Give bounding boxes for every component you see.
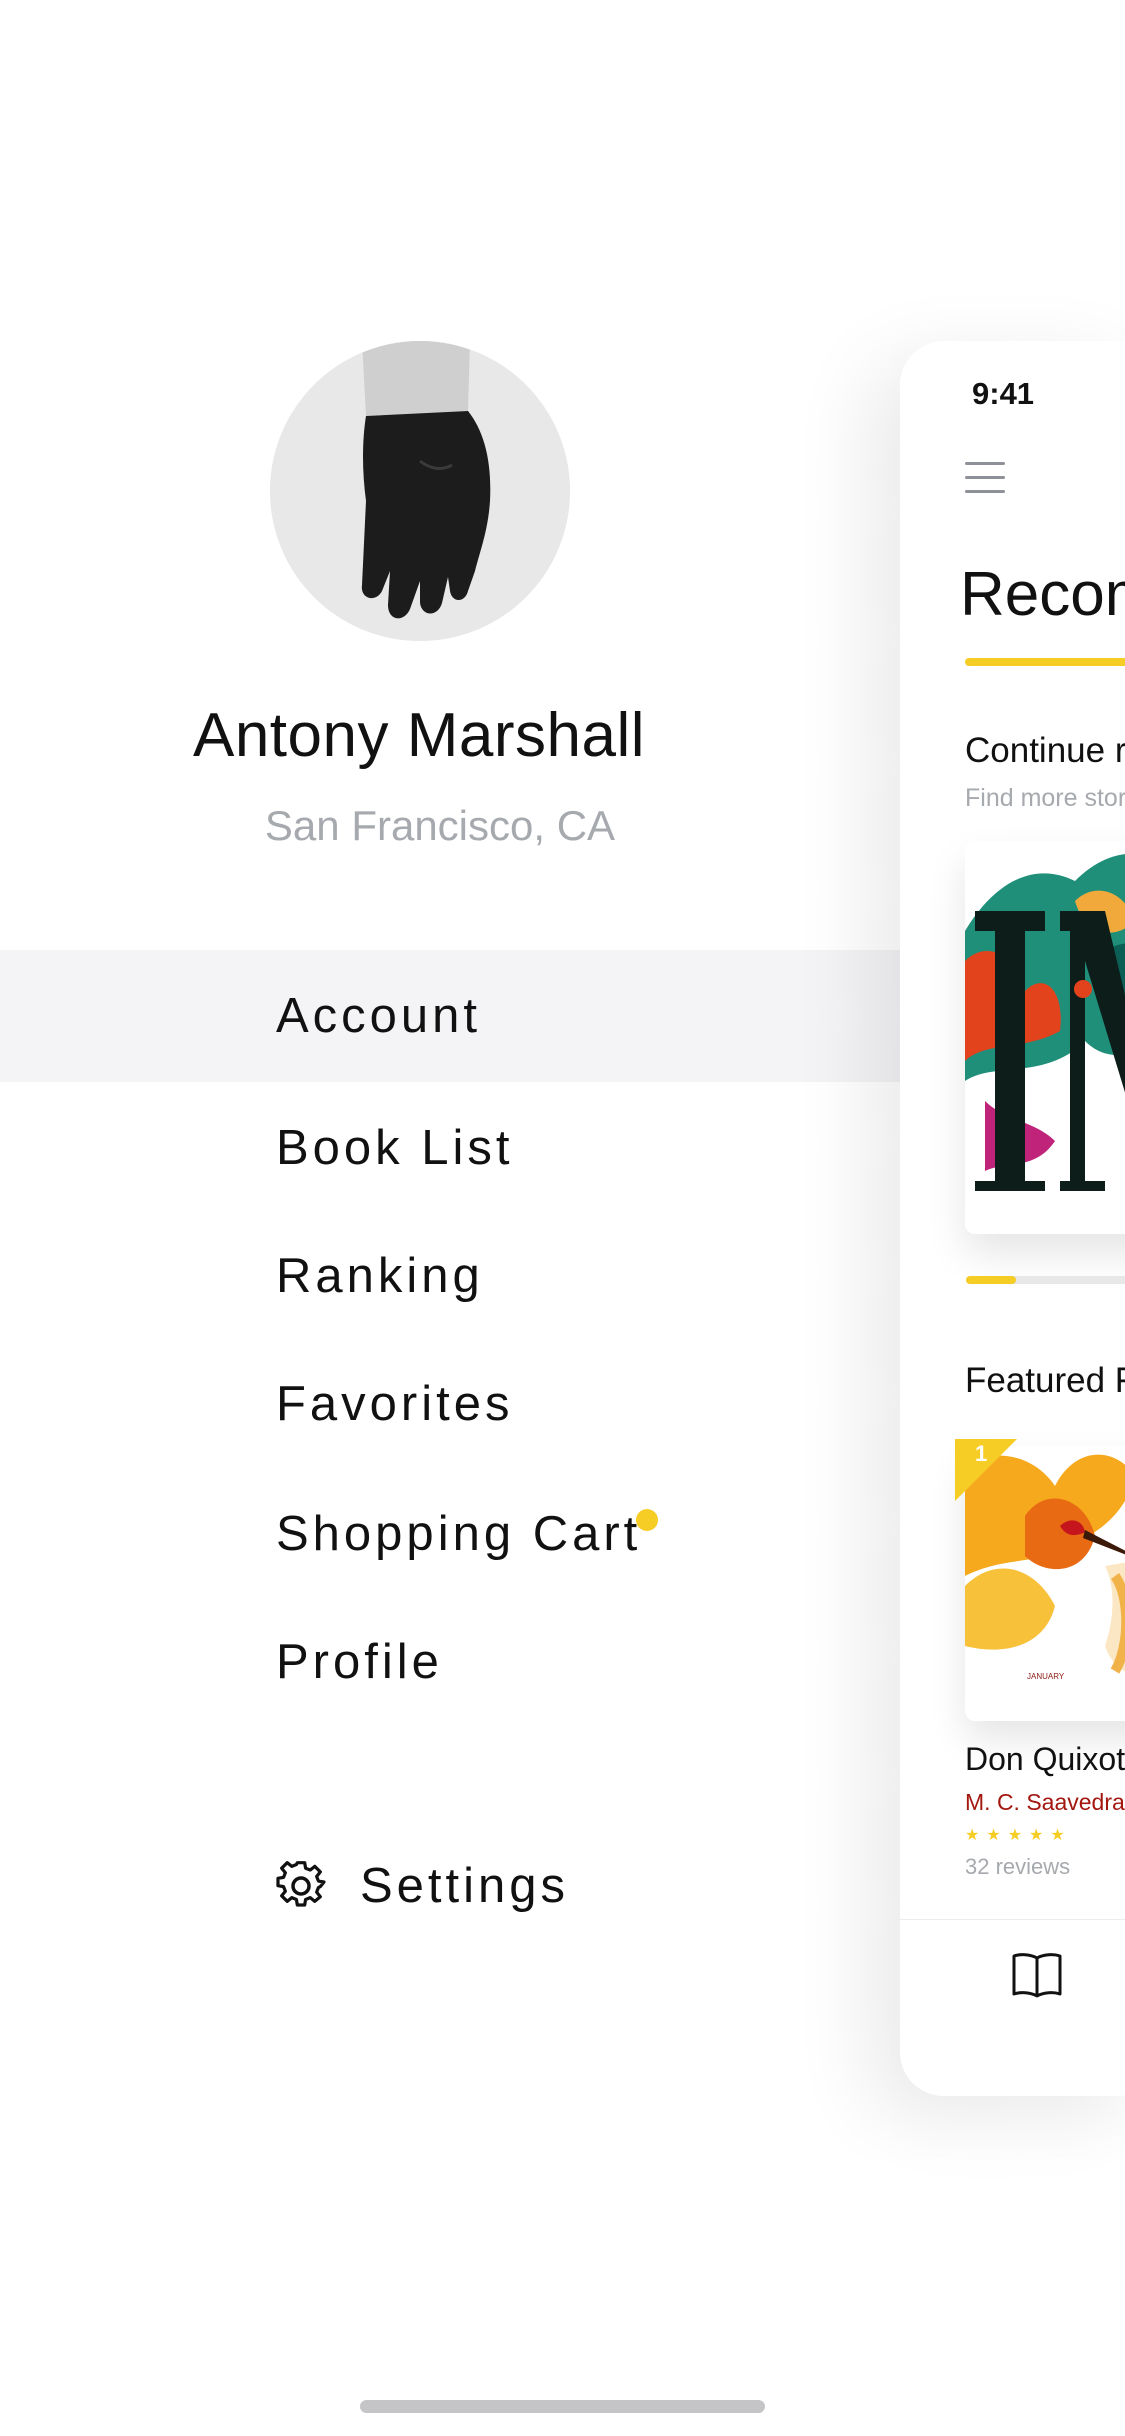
- featured-book-author[interactable]: M. C. Saavedra: [965, 1789, 1125, 1816]
- reading-progress-fill: [966, 1276, 1016, 1284]
- heading-underline: [965, 658, 1125, 666]
- app-preview-card[interactable]: 9:41 Recom Continue r Find more stor Fea…: [900, 341, 1125, 2096]
- menu-item-ranking[interactable]: Ranking: [0, 1210, 900, 1342]
- profile-name: Antony Marshall: [192, 701, 646, 770]
- star-icon: ★: [1029, 1827, 1044, 1844]
- continue-reading-subtitle: Find more stor: [965, 784, 1125, 812]
- cover-month-text: JANUARY: [1027, 1672, 1065, 1681]
- menu-item-label: Book List: [276, 1121, 514, 1175]
- menu-item-label: Account: [276, 989, 482, 1043]
- featured-section-title: Featured F: [965, 1361, 1125, 1400]
- reading-progress-bar: [966, 1276, 1125, 1284]
- menu-item-profile[interactable]: Profile: [0, 1596, 900, 1728]
- book-icon[interactable]: [1010, 1948, 1064, 2002]
- menu-item-account[interactable]: Account: [0, 950, 900, 1082]
- rank-number: 1: [975, 1441, 988, 1466]
- status-bar-time: 9:41: [972, 376, 1035, 411]
- gear-icon: [276, 1861, 326, 1907]
- profile-location: San Francisco, CA: [264, 802, 616, 849]
- menu-item-book-list[interactable]: Book List: [0, 1082, 900, 1214]
- menu-item-label: Ranking: [276, 1249, 484, 1303]
- avatar[interactable]: [270, 341, 570, 641]
- settings-button[interactable]: Settings: [276, 1848, 569, 1924]
- star-icon: ★: [965, 1827, 980, 1844]
- notification-dot: [636, 1509, 658, 1531]
- settings-label: Settings: [360, 1859, 570, 1913]
- bottom-tab-bar: [900, 1919, 1125, 2096]
- continue-reading-title: Continue r: [965, 731, 1125, 770]
- menu-item-label: Favorites: [276, 1377, 514, 1431]
- book-cover-art: [965, 841, 1125, 1234]
- avatar-hand-image: [270, 341, 570, 641]
- star-icon: ★: [1050, 1827, 1065, 1844]
- featured-book-reviews: 32 reviews: [965, 1854, 1071, 1879]
- home-indicator[interactable]: [360, 2400, 765, 2413]
- menu-item-favorites[interactable]: Favorites: [0, 1338, 900, 1470]
- star-icon: ★: [1007, 1827, 1023, 1844]
- featured-book-title[interactable]: Don Quixote: [965, 1741, 1125, 1778]
- hamburger-icon[interactable]: [965, 462, 1005, 504]
- menu-item-shopping-cart[interactable]: Shopping Cart: [0, 1468, 900, 1600]
- menu-item-label: Profile: [276, 1635, 443, 1689]
- book-cover-continue[interactable]: [965, 841, 1125, 1234]
- rating-stars: ★ ★ ★ ★ ★: [965, 1825, 1072, 1845]
- menu-item-label: Shopping Cart: [276, 1507, 642, 1561]
- page-heading: Recom: [960, 560, 1125, 629]
- star-icon: ★: [986, 1827, 1001, 1844]
